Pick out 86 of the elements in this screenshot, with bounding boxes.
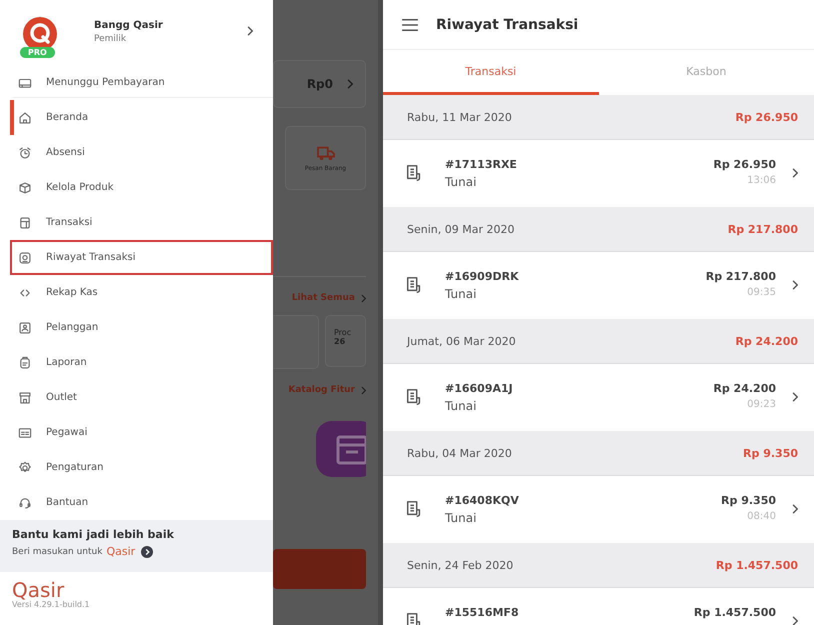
transaction-amount: Rp 9.350: [721, 494, 776, 507]
menu-item[interactable]: Rekap Kas: [10, 275, 273, 310]
chevron-right-icon: [247, 26, 253, 36]
date-label: Rabu, 11 Mar 2020: [407, 110, 512, 124]
contact-icon: [18, 320, 32, 334]
gear-icon: [18, 460, 32, 474]
id-card-icon: [18, 426, 32, 440]
house-icon: [18, 110, 32, 124]
menu-item[interactable]: Outlet: [10, 380, 273, 415]
transaction-amount: Rp 26.950: [713, 158, 776, 171]
transaction-row[interactable]: #16909DRK Tunai Rp 217.800 09:35: [383, 252, 814, 319]
date-label: Senin, 09 Mar 2020: [407, 222, 514, 236]
box-icon: [18, 180, 32, 194]
chevron-right-icon: [792, 168, 798, 178]
day-total: Rp 217.800: [728, 222, 798, 236]
date-label: Rabu, 04 Mar 2020: [407, 446, 512, 460]
transaction-id: #16609A1J: [445, 382, 514, 395]
menu-item[interactable]: Pelanggan: [10, 310, 273, 345]
day-total: Rp 26.950: [735, 110, 798, 124]
chevron-right-icon: [361, 294, 366, 302]
card-value: 26: [334, 337, 346, 346]
chevron-right-icon: [792, 280, 798, 290]
transaction-time: 08:40: [747, 511, 776, 522]
menu-item[interactable]: Pengaturan: [10, 450, 273, 485]
store-icon: [18, 390, 32, 404]
transaction-amount: Rp 1.457.500: [694, 606, 776, 619]
chevron-right-icon: [792, 392, 798, 402]
brand-logo: Qasir: [12, 580, 64, 600]
truck-icon: [316, 144, 336, 160]
menu-item[interactable]: Pegawai: [10, 415, 273, 450]
menu-item[interactable]: Bantuan: [10, 485, 273, 520]
search-document-icon: [18, 250, 32, 264]
menu-item[interactable]: Absensi: [10, 135, 273, 170]
transaction-row[interactable]: #16609A1J Tunai Rp 24.200 09:23: [383, 364, 814, 431]
receipt-icon: [405, 164, 423, 182]
version-label: Versi 4.29.1-build.1: [12, 600, 91, 609]
menu-icon[interactable]: [401, 18, 419, 32]
screen-title: Riwayat Transaksi: [436, 16, 578, 32]
transaction-amount: Rp 24.200: [713, 382, 776, 395]
feedback-title: Bantu kami jadi lebih baik: [12, 528, 175, 541]
payment-method: Tunai: [445, 511, 478, 525]
chevron-right-icon: [347, 79, 353, 89]
menu-item[interactable]: Kelola Produk: [10, 170, 273, 205]
arrow-circle-icon: [141, 546, 154, 558]
menu-item[interactable]: Menunggu Pembayaran: [10, 68, 273, 98]
pro-badge: PRO: [20, 47, 55, 58]
document-icon: [18, 216, 32, 230]
headset-icon: [18, 496, 32, 510]
transaction-row[interactable]: #16408KQV Tunai Rp 9.350 08:40: [383, 476, 814, 543]
day-total: Rp 9.350: [743, 446, 798, 460]
chevron-right-icon: [361, 386, 366, 394]
payment-method: Tunai: [445, 287, 478, 301]
receipt-icon: [405, 500, 423, 518]
receipt-icon: [405, 388, 423, 406]
card-label: Proc: [334, 328, 352, 337]
user-role: Pemilik: [94, 34, 128, 44]
user-name: Bangg Qasir: [94, 20, 163, 31]
transaction-time: 09:23: [747, 399, 776, 410]
transaction-id: #16909DRK: [445, 270, 520, 283]
chevron-right-icon: [792, 504, 798, 514]
balance-amount: Rp0: [306, 77, 333, 91]
feedback-banner[interactable]: Bantu kami jadi lebih baik Beri masukan untuk Qasir: [0, 520, 273, 572]
payment-method: Tunai: [445, 399, 478, 413]
day-total: Rp 24.200: [735, 334, 798, 348]
transaction-time: 13:06: [747, 175, 776, 186]
receipt-icon: [405, 276, 423, 294]
report-icon: [18, 356, 32, 370]
transaction-row[interactable]: #17113RXE Tunai Rp 26.950 13:06: [383, 140, 814, 207]
transaction-time: 09:35: [747, 287, 776, 298]
transaction-id: #17113RXE: [445, 158, 518, 171]
day-total: Rp 1.457.500: [716, 558, 798, 572]
feedback-prompt: Beri masukan untuk: [12, 546, 102, 556]
archive-box-icon: [316, 421, 366, 477]
transaction-id: #16408KQV: [445, 494, 520, 507]
menu-item[interactable]: Laporan: [10, 345, 273, 380]
menu-item[interactable]: Transaksi: [10, 205, 273, 240]
receipt-icon: [405, 612, 423, 625]
date-label: Jumat, 06 Mar 2020: [407, 334, 516, 348]
transaction-row[interactable]: #15516MF8 Rp 1.457.500: [383, 588, 814, 625]
date-label: Senin, 24 Feb 2020: [407, 558, 514, 572]
alarm-clock-icon: [18, 146, 32, 160]
transaction-amount: Rp 217.800: [706, 270, 776, 283]
chevron-right-icon: [792, 616, 798, 625]
payment-method: Tunai: [445, 175, 478, 189]
transaction-id: #15516MF8: [445, 606, 520, 619]
menu-item[interactable]: Riwayat Transaksi: [10, 240, 273, 275]
